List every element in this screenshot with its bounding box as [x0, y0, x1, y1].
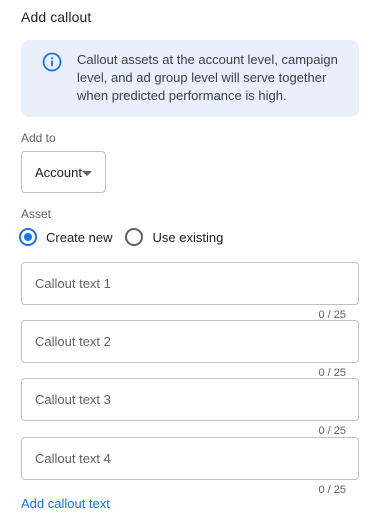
caret-down-icon	[82, 171, 92, 176]
radio-label-create-new: Create new	[46, 229, 113, 245]
callout-text-input-2[interactable]	[22, 321, 358, 362]
asset-radio-group: Create new Use existing	[19, 228, 223, 246]
radio-option-use-existing[interactable]: Use existing	[125, 228, 223, 246]
panel-title: Add callout	[21, 9, 92, 25]
callout-text-input-1[interactable]	[22, 263, 358, 304]
asset-label: Asset	[21, 207, 52, 221]
info-icon	[42, 52, 62, 72]
callout-text-field-1[interactable]	[21, 262, 359, 305]
character-counter-4: 0 / 25	[318, 484, 346, 496]
add-callout-panel: Add callout Callout assets at the accoun…	[0, 0, 376, 528]
callout-text-field-4[interactable]	[21, 437, 359, 480]
radio-create-new[interactable]	[19, 228, 37, 246]
callout-text-field-3[interactable]	[21, 378, 359, 421]
add-to-selected-value: Account	[35, 164, 82, 180]
callout-text-input-3[interactable]	[22, 379, 358, 420]
radio-option-create-new[interactable]: Create new	[19, 228, 112, 246]
radio-use-existing[interactable]	[125, 228, 144, 246]
add-callout-text-link[interactable]: Add callout text	[21, 496, 110, 511]
info-banner: Callout assets at the account level, cam…	[21, 40, 359, 117]
info-banner-text: Callout assets at the account level, cam…	[77, 52, 338, 103]
character-counter-3: 0 / 25	[318, 425, 346, 437]
add-to-dropdown[interactable]: Account	[21, 151, 106, 193]
radio-label-use-existing: Use existing	[152, 229, 224, 245]
callout-text-field-2[interactable]	[21, 320, 359, 363]
add-to-label: Add to	[21, 131, 56, 145]
callout-text-input-4[interactable]	[22, 438, 358, 479]
